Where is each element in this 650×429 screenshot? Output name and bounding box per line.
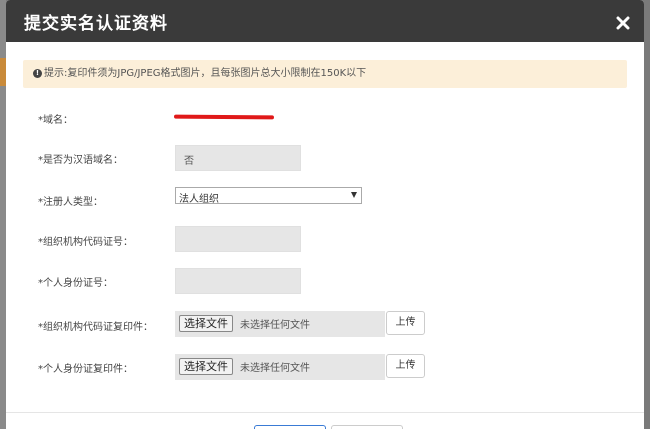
id-copy-file-field: 选择文件 未选择任何文件 [175,354,385,380]
registrant-type-value: 法人组织 [179,194,219,205]
submit-button[interactable] [254,425,326,429]
registrant-type-label: *注册人类型： [38,197,103,208]
is-chinese-domain-label: *是否为汉语域名： [38,155,123,166]
modal-header: 提交实名认证资料 [6,0,644,42]
org-code-input[interactable] [175,226,301,252]
notice-text: 提示:复印件须为JPG/JPEG格式图片，且每张图片总大小限制在150K以下 [44,68,367,79]
domain-label: *域名： [38,115,73,126]
id-number-label: *个人身份证号： [38,278,113,289]
org-code-label: *组织机构代码证号： [38,237,133,248]
id-copy-file-status: 未选择任何文件 [240,363,310,374]
id-copy-choose-button[interactable]: 选择文件 [179,358,233,375]
notice-banner: ! 提示:复印件须为JPG/JPEG格式图片，且每张图片总大小限制在150K以下 [23,60,627,88]
is-chinese-domain-field: 否 [175,145,301,171]
modal-title: 提交实名认证资料 [24,14,168,34]
id-copy-upload-button[interactable]: 上传 [386,354,425,378]
footer-divider [6,412,644,413]
org-copy-upload-button[interactable]: 上传 [386,311,425,335]
org-copy-label: *组织机构代码证复印件： [38,322,153,333]
registrant-type-select[interactable]: 法人组织 [175,187,362,205]
verification-modal: 提交实名认证资料 ! 提示:复印件须为JPG/JPEG格式图片，且每张图片总大小限… [6,0,644,429]
id-number-input[interactable] [175,268,301,294]
chevron-down-icon [351,192,357,198]
redaction-mark [173,114,275,120]
cancel-button[interactable] [331,425,403,429]
is-chinese-domain-value: 否 [184,156,194,167]
id-copy-label: *个人身份证复印件： [38,364,133,375]
org-copy-file-field: 选择文件 未选择任何文件 [175,311,385,337]
close-icon[interactable] [616,16,630,30]
org-copy-choose-button[interactable]: 选择文件 [179,315,233,332]
org-copy-file-status: 未选择任何文件 [240,320,310,331]
info-icon: ! [33,68,42,78]
